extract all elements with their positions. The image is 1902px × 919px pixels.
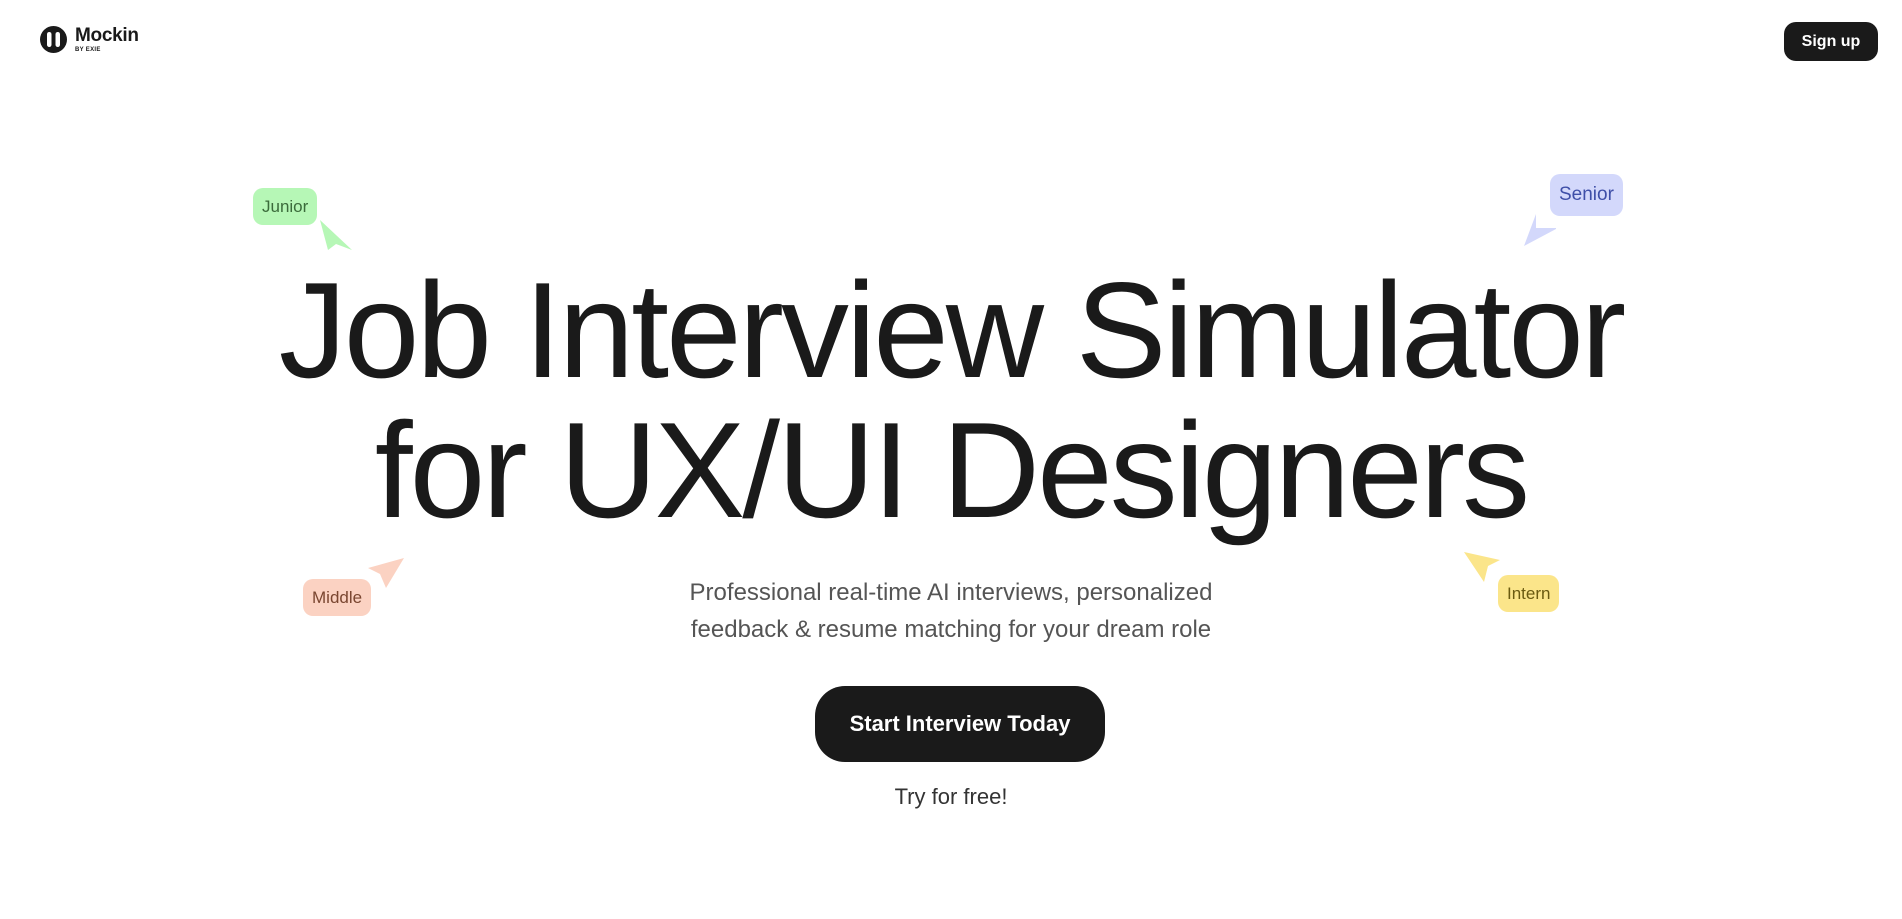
logo[interactable]: Mockin BY EXIE: [40, 26, 139, 53]
hero-title-line-1: Job Interview Simulator: [278, 254, 1626, 406]
try-for-free-note: Try for free!: [894, 784, 1008, 809]
hero-title: Job Interview Simulator for UX/UI Design…: [0, 260, 1902, 540]
tag-middle: Middle: [303, 579, 372, 616]
cursor-arrow-icon: [1524, 214, 1556, 246]
sign-up-button[interactable]: Sign up: [1784, 22, 1878, 61]
logo-name: Mockin: [75, 25, 139, 46]
hero-subtitle-line-2: feedback & resume matching for your drea…: [690, 616, 1212, 643]
landing-page: Mockin BY EXIE Sign up Job Interview Sim…: [0, 0, 1902, 919]
tag-senior: Senior: [1550, 174, 1623, 216]
hero-subtitle-line-1: Professional real-time AI interviews, pe…: [689, 579, 1213, 606]
cursor-arrow-icon: [1464, 552, 1500, 582]
hero-title-line-2: for UX/UI Designers: [374, 394, 1530, 546]
start-interview-button[interactable]: Start Interview Today: [815, 686, 1105, 762]
cursor-arrow-icon: [368, 558, 404, 588]
tag-junior: Junior: [253, 188, 318, 225]
logo-icon: [40, 26, 67, 53]
tag-intern: Intern: [1498, 575, 1560, 612]
cursor-arrow-icon: [320, 220, 352, 250]
hero-subtitle: Professional real-time AI interviews, pe…: [0, 574, 1902, 648]
logo-subtitle: BY EXIE: [75, 47, 101, 53]
